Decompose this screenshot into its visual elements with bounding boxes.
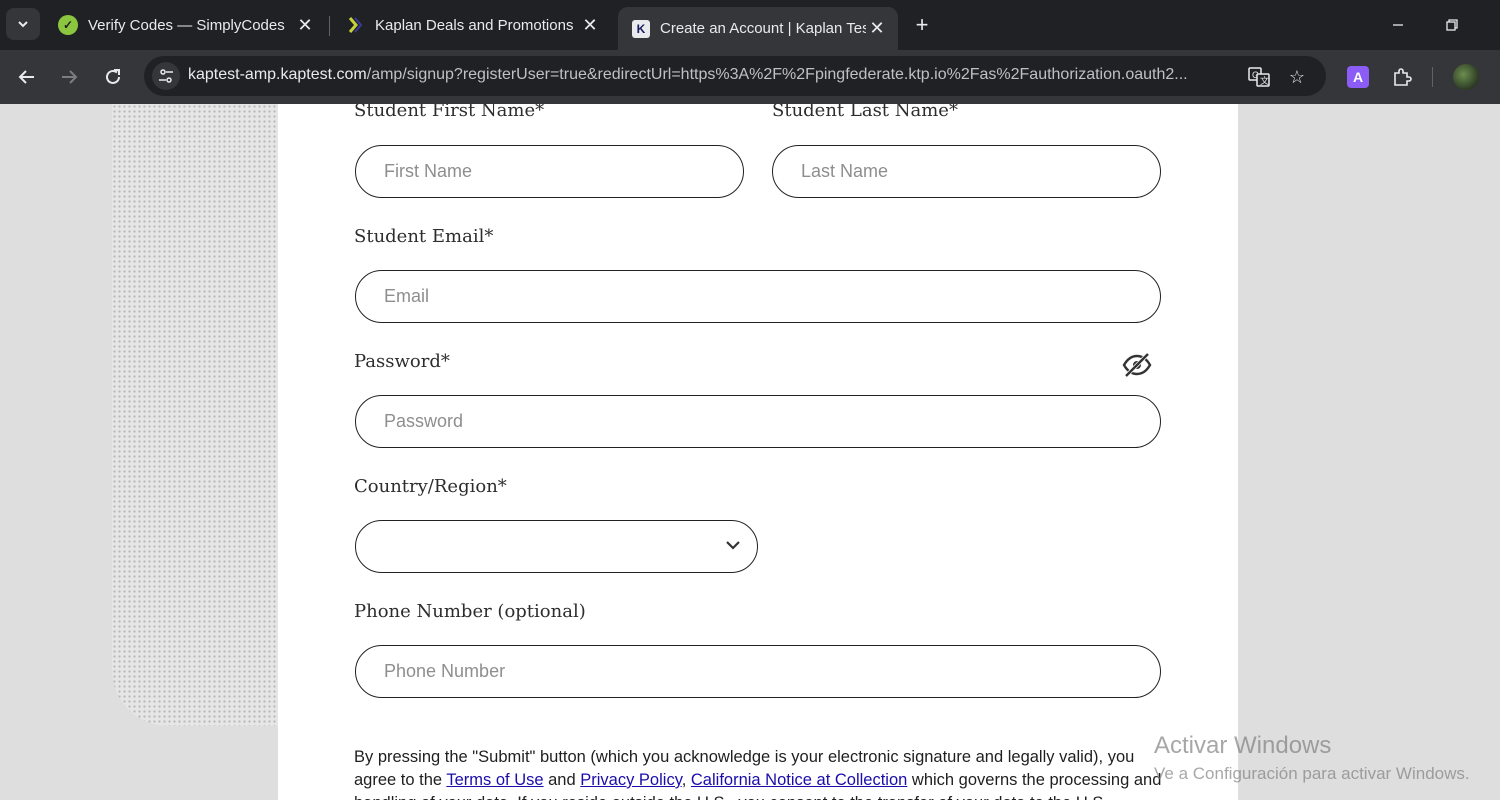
phone-input[interactable] [355, 645, 1161, 698]
forward-button[interactable] [54, 62, 84, 92]
last-name-label: Student Last Name* [772, 104, 958, 121]
profile-avatar[interactable] [1453, 64, 1479, 90]
watermark-title: Activar Windows [1154, 732, 1332, 759]
disclaimer-text: and [543, 771, 581, 789]
page-viewport: Student First Name* Student Last Name* S… [0, 104, 1500, 800]
password-input[interactable] [355, 395, 1161, 448]
california-notice-link[interactable]: California Notice at Collection [691, 771, 907, 789]
back-button[interactable] [12, 62, 42, 92]
minimize-icon [1393, 24, 1403, 26]
windows-activation-watermark: Activar Windows Ve a Configuración para … [1154, 732, 1470, 784]
url-text[interactable]: kaptest-amp.kaptest.com/amp/signup?regis… [188, 66, 1233, 84]
browser-toolbar: kaptest-amp.kaptest.com/amp/signup?regis… [0, 50, 1500, 104]
password-visibility-toggle-icon[interactable] [1122, 351, 1152, 379]
terms-disclaimer: By pressing the "Submit" button (which y… [354, 746, 1164, 800]
simplycodes-icon: ✓ [58, 15, 78, 35]
chevron-down-icon [18, 21, 28, 28]
tab-title: Create an Account | Kaplan Test [660, 20, 866, 37]
kaplan-leaf-icon [345, 15, 365, 35]
kaplan-k-icon: K [632, 19, 650, 38]
plus-icon: + [915, 12, 929, 37]
reload-button[interactable] [98, 62, 128, 92]
extension-a-icon[interactable]: A [1347, 66, 1369, 88]
url-path: /amp/signup?registerUser=true&redirectUr… [366, 66, 1188, 83]
tab-simplycodes[interactable]: ✓ Verify Codes — SimplyCodes ✕ [44, 7, 326, 43]
browser-chrome: ✓ Verify Codes — SimplyCodes ✕ Kaplan De… [0, 0, 1500, 104]
forward-arrow-icon [62, 70, 78, 84]
tab-search-button[interactable] [6, 8, 40, 40]
first-name-label: Student First Name* [354, 104, 545, 121]
address-bar[interactable]: kaptest-amp.kaptest.com/amp/signup?regis… [144, 56, 1326, 96]
first-name-input[interactable] [355, 145, 744, 198]
chevron-down-icon [726, 541, 740, 550]
minimize-button[interactable] [1378, 10, 1418, 40]
translate-icon[interactable]: G文 [1246, 64, 1272, 90]
country-select[interactable] [355, 520, 758, 573]
restore-button[interactable] [1432, 10, 1472, 40]
site-info-icon[interactable] [152, 62, 180, 90]
watermark-subtitle: Ve a Configuración para activar Windows. [1154, 764, 1470, 783]
tab-strip: ✓ Verify Codes — SimplyCodes ✕ Kaplan De… [0, 0, 1500, 50]
extensions-puzzle-icon[interactable] [1389, 64, 1415, 90]
reload-icon [106, 69, 120, 84]
disclaimer-text: , [681, 771, 691, 789]
url-domain: kaptest-amp.kaptest.com [188, 66, 367, 83]
close-tab-icon[interactable]: ✕ [579, 15, 601, 36]
last-name-input[interactable] [772, 145, 1161, 198]
close-tab-icon[interactable]: ✕ [866, 18, 888, 39]
tab-title: Kaplan Deals and Promotions [375, 16, 574, 34]
tab-title: Verify Codes — SimplyCodes [88, 16, 285, 34]
tab-create-account[interactable]: K Create an Account | Kaplan Test ✕ [618, 7, 898, 50]
password-label: Password* [354, 351, 450, 372]
privacy-policy-link[interactable]: Privacy Policy [580, 771, 681, 789]
terms-of-use-link[interactable]: Terms of Use [446, 771, 543, 789]
email-label: Student Email* [354, 226, 494, 247]
phone-label: Phone Number (optional) [354, 601, 586, 622]
back-arrow-icon [18, 70, 34, 84]
svg-text:文: 文 [1260, 75, 1269, 86]
tab-kaplan-deals[interactable]: Kaplan Deals and Promotions ✕ [331, 7, 611, 43]
toolbar-separator [1432, 67, 1433, 87]
close-tab-icon[interactable]: ✕ [294, 15, 316, 36]
tab-separator [329, 16, 330, 36]
restore-icon [1446, 19, 1458, 31]
signup-form-card: Student First Name* Student Last Name* S… [278, 104, 1238, 800]
new-tab-button[interactable]: + [908, 11, 936, 39]
email-input[interactable] [355, 270, 1161, 323]
bookmark-star-icon[interactable]: ☆ [1284, 64, 1310, 90]
country-label: Country/Region* [354, 476, 507, 497]
